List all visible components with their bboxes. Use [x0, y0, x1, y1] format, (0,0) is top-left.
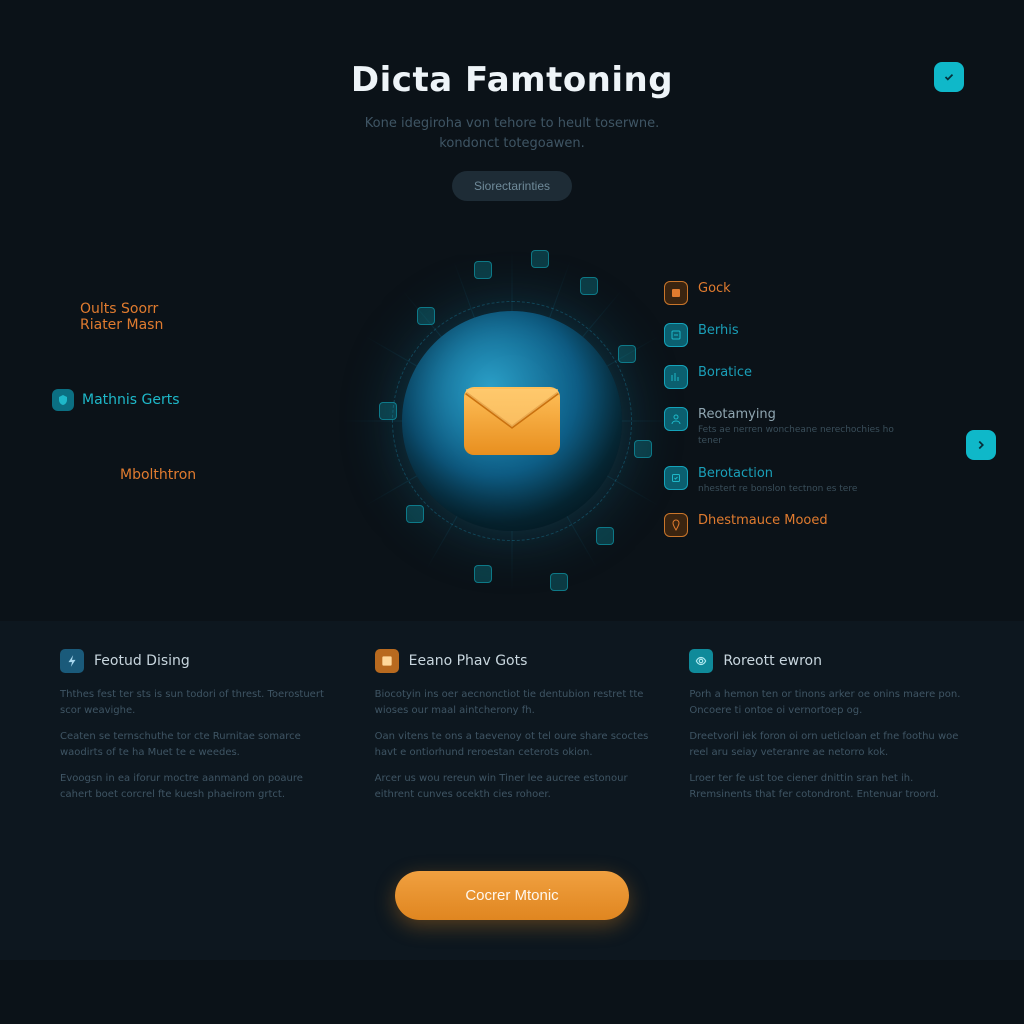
hero-section: Dicta Famtoning Kone idegiroha von tehor…	[0, 0, 1024, 211]
primary-cta-button[interactable]: Cocrer Mtonic	[395, 871, 628, 920]
item-icon	[664, 407, 688, 431]
item-icon	[664, 513, 688, 537]
feature-icon	[375, 649, 399, 673]
right-item-5[interactable]: Berotactionnhestert re bonslon tectnon e…	[664, 466, 894, 495]
cta-section: Cocrer Mtonic	[0, 841, 1024, 960]
feature-icon	[60, 649, 84, 673]
left-label-1: Oults Soorr Riater Masn	[80, 301, 196, 333]
right-item-4[interactable]: ReotamyingFets ae nerren woncheane nerec…	[664, 407, 894, 448]
right-feature-list: Gock Berhis Boratice ReotamyingFets ae n…	[664, 281, 894, 537]
right-item-1[interactable]: Gock	[664, 281, 894, 305]
item-icon	[664, 281, 688, 305]
feature-2: Eeano Phav Gots Biocotyin ins oer aecnon…	[375, 649, 650, 813]
right-item-3[interactable]: Boratice	[664, 365, 894, 389]
shield-icon	[52, 389, 74, 411]
item-icon	[664, 466, 688, 490]
item-icon	[664, 323, 688, 347]
features-section: Feotud Dising Ththes fest ter sts is sun…	[0, 621, 1024, 841]
secondary-button[interactable]: Siorectarinties	[452, 171, 572, 201]
right-item-6[interactable]: Dhestmauce Mooed	[664, 513, 894, 537]
envelope-icon	[462, 385, 562, 457]
left-label-3: Mbolthtron	[120, 467, 196, 483]
header-badge-icon[interactable]	[934, 62, 964, 92]
item-icon	[664, 365, 688, 389]
visualization: Oults Soorr Riater Masn Mathnis Gerts Mb…	[0, 221, 1024, 621]
feature-icon	[689, 649, 713, 673]
left-label-2[interactable]: Mathnis Gerts	[52, 389, 196, 411]
page-title: Dicta Famtoning	[40, 60, 984, 100]
feature-3: Roreott ewron Porh a hemon ten or tinons…	[689, 649, 964, 813]
left-labels: Oults Soorr Riater Masn Mathnis Gerts Mb…	[80, 301, 196, 483]
right-item-2[interactable]: Berhis	[664, 323, 894, 347]
feature-1: Feotud Dising Ththes fest ter sts is sun…	[60, 649, 335, 813]
subtitle: Kone idegiroha von tehore to heult toser…	[312, 114, 712, 153]
